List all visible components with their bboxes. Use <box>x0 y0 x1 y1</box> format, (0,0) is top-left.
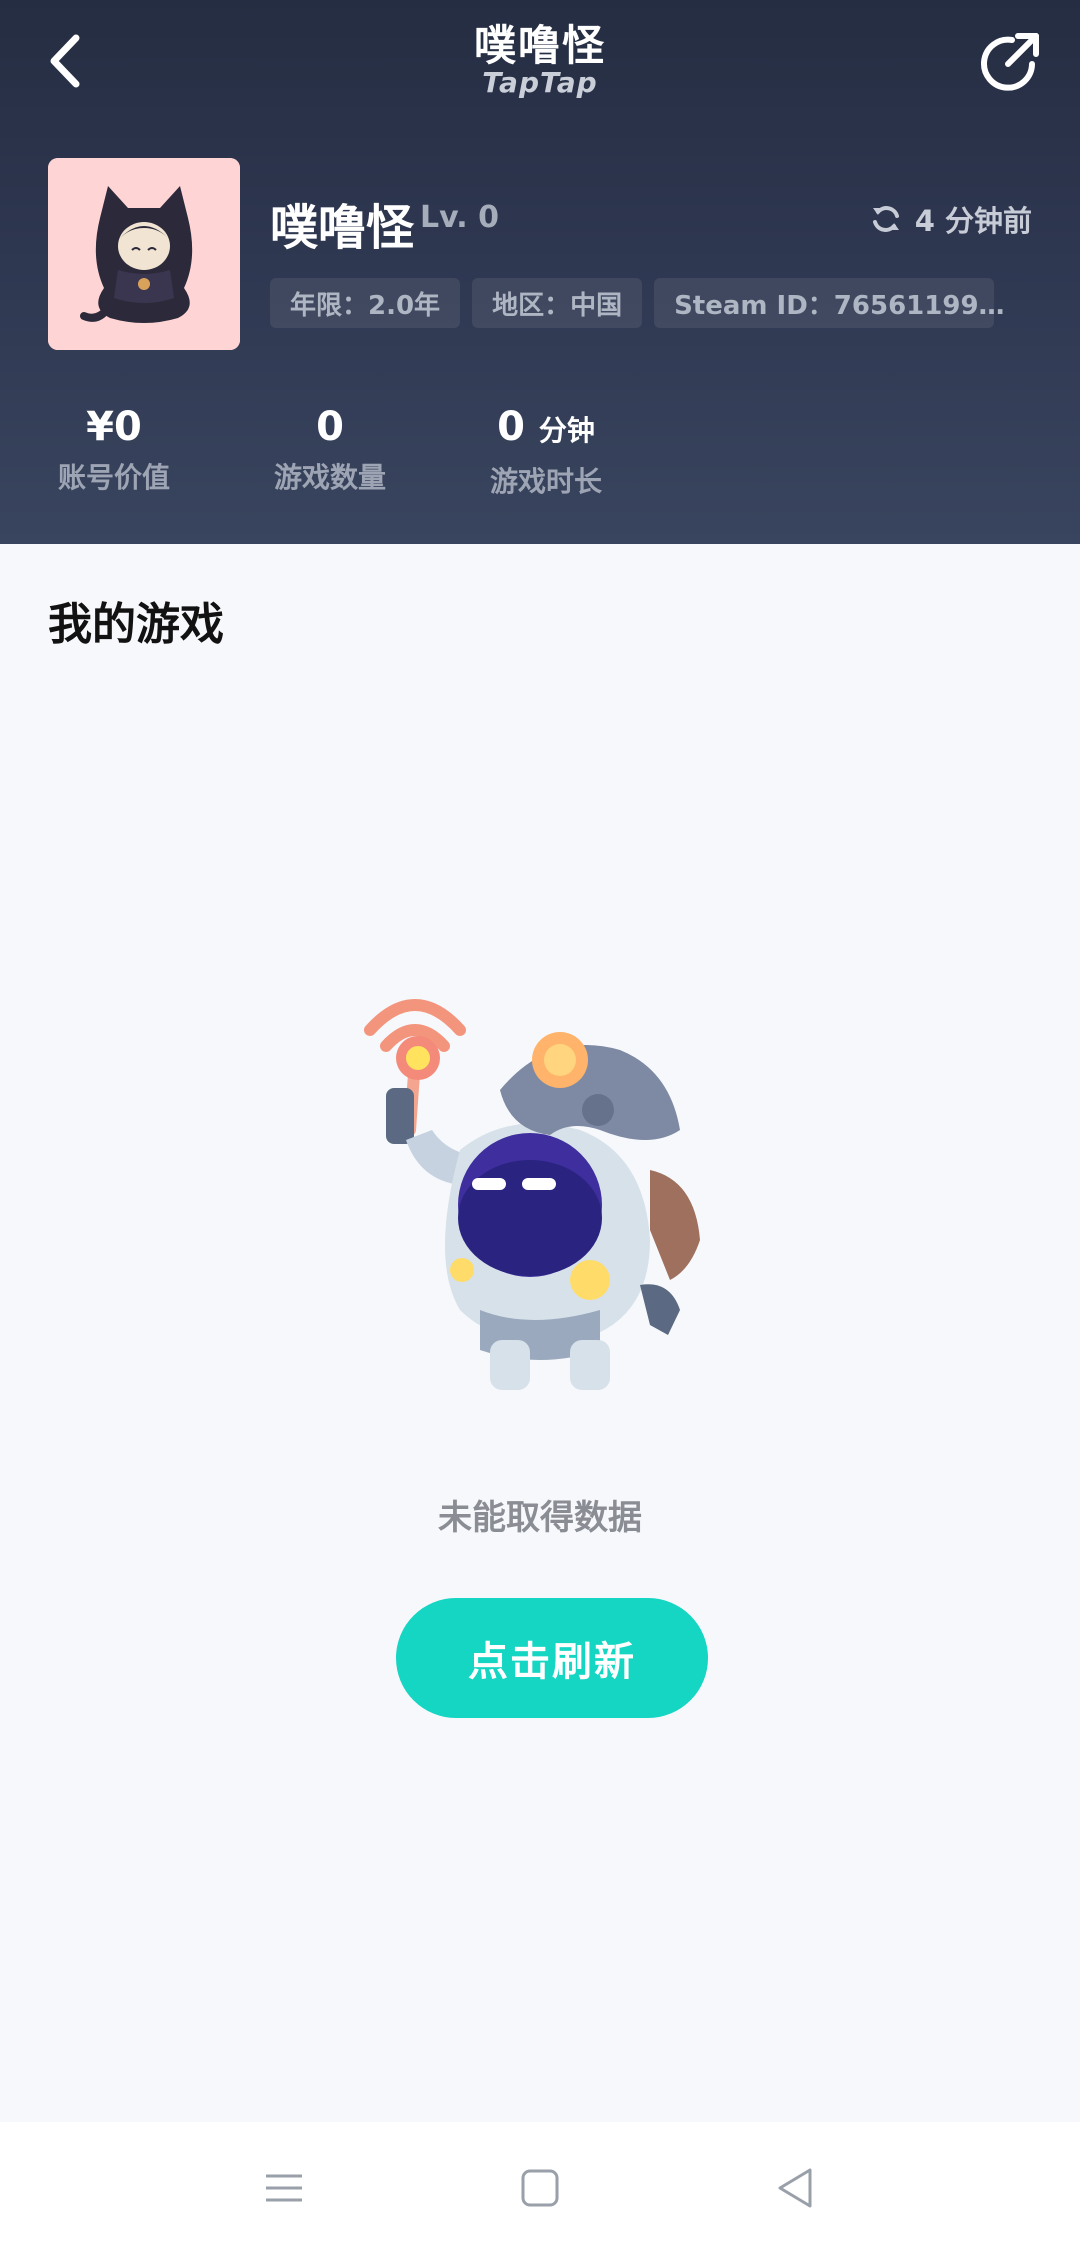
stat-account-value: ¥0 账号价值 <box>46 402 182 496</box>
share-button[interactable] <box>974 26 1046 98</box>
account-value: ¥0 <box>86 404 142 450</box>
account-value-label: 账号价值 <box>57 461 170 494</box>
game-count: 0 <box>316 404 344 450</box>
playtime: 0 分钟 <box>478 402 614 456</box>
page-subtitle: TapTap <box>482 66 598 99</box>
menu-icon <box>266 2174 302 2202</box>
profile-tags: 年限：2.0年 地区：中国 Steam ID：76561199… <box>270 278 1005 328</box>
steam-id-text: Steam ID：76561199… <box>674 290 1005 321</box>
system-navigation-bar <box>0 2122 1080 2254</box>
playtime-unit: 分钟 <box>538 414 595 447</box>
years-tag: 年限：2.0年 <box>270 278 461 328</box>
steam-id-tag[interactable]: Steam ID：76561199… <box>654 278 1005 328</box>
home-square-icon <box>521 2169 559 2207</box>
refresh-sync-icon <box>872 206 899 232</box>
stat-playtime: 0 分钟 游戏时长 <box>478 402 614 500</box>
playtime-label: 游戏时长 <box>489 465 602 498</box>
empty-state-illustration <box>350 980 750 1400</box>
region-tag: 地区：中国 <box>472 278 643 328</box>
years-tag-text: 年限：2.0年 <box>290 290 441 321</box>
username: 噗噜怪 <box>270 200 415 256</box>
cat-girl-avatar-image <box>48 158 240 350</box>
profile-header: 噗噜怪 TapTap 噗噜怪 Lv. 0 4 分钟前 年限：2.0年 地区：中国… <box>0 0 1080 544</box>
user-level: Lv. 0 <box>420 200 499 235</box>
region-tag-text: 地区：中国 <box>492 290 623 321</box>
astronaut-mascot-illustration <box>364 999 700 1390</box>
playtime-value: 0 <box>497 404 525 450</box>
share-icon <box>981 33 1039 91</box>
empty-state-text: 未能取得数据 <box>438 1498 642 1538</box>
refresh-button[interactable]: 点击刷新 <box>396 1598 708 1718</box>
section-title: 我的游戏 <box>48 599 224 650</box>
stat-game-count: 0 游戏数量 <box>262 402 398 496</box>
back-triangle-icon <box>778 2168 812 2208</box>
avatar[interactable] <box>48 158 240 350</box>
page-title: 噗噜怪 <box>473 21 606 70</box>
game-count-label: 游戏数量 <box>273 461 386 494</box>
home-button[interactable] <box>510 2158 570 2218</box>
last-updated[interactable]: 4 分钟前 <box>869 198 1032 240</box>
recent-apps-button[interactable] <box>254 2158 314 2218</box>
updated-text: 4 分钟前 <box>914 204 1032 238</box>
system-back-button[interactable] <box>766 2158 826 2218</box>
